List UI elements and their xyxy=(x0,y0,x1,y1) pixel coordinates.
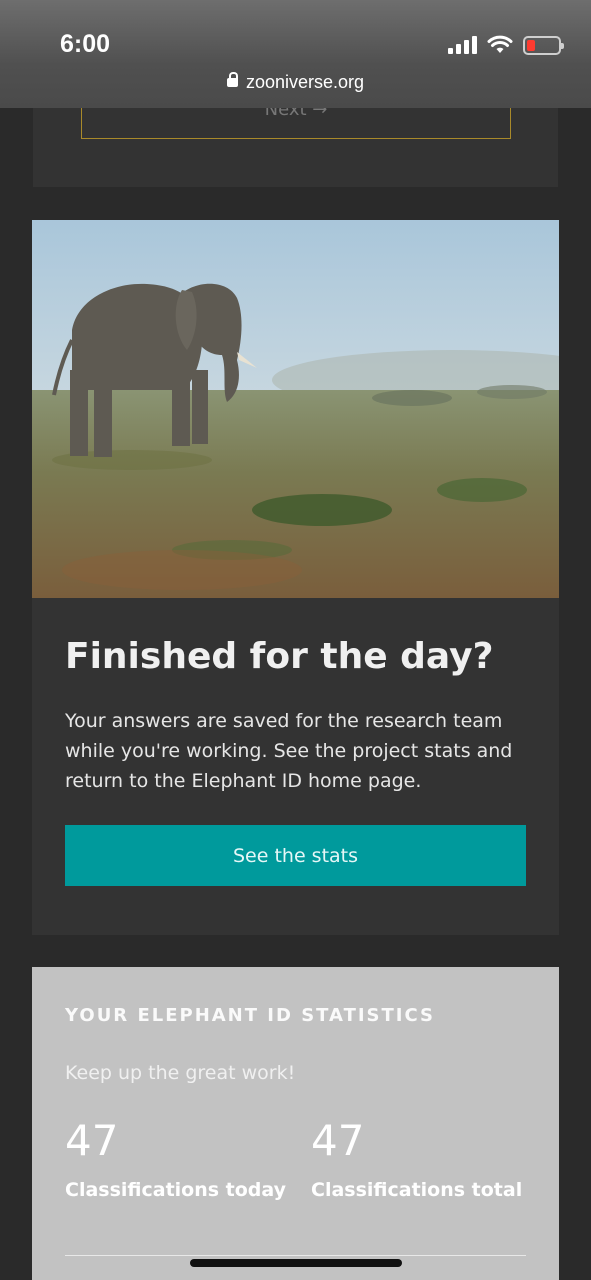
cellular-signal-icon xyxy=(448,36,477,54)
see-stats-button[interactable]: See the stats xyxy=(65,825,526,886)
elephant-photo xyxy=(32,220,559,598)
stat-today-label: Classifications today xyxy=(65,1179,287,1201)
stat-total-value: 47 xyxy=(311,1116,365,1165)
status-bar: 6:00 zooniverse.org xyxy=(0,0,591,108)
home-indicator[interactable] xyxy=(190,1259,402,1267)
clock: 6:00 xyxy=(60,30,111,58)
url-text: zooniverse.org xyxy=(245,72,365,92)
statistics-subtitle: Keep up the great work! xyxy=(65,1062,296,1084)
stat-total: 47 Classifications total xyxy=(311,1117,541,1205)
statistics-heading: YOUR ELEPHANT ID STATISTICS xyxy=(65,1005,436,1026)
wifi-icon xyxy=(487,35,513,53)
stat-total-label: Classifications total xyxy=(311,1179,523,1201)
system-icons xyxy=(448,35,564,55)
stat-today-value: 47 xyxy=(65,1116,119,1165)
finished-card: Finished for the day? Your answers are s… xyxy=(32,220,559,935)
statistics-card: YOUR ELEPHANT ID STATISTICS Keep up the … xyxy=(32,967,559,1280)
battery-icon xyxy=(523,35,564,55)
address-bar[interactable]: zooniverse.org xyxy=(0,72,591,93)
finish-title: Finished for the day? xyxy=(65,636,494,677)
finish-description: Your answers are saved for the research … xyxy=(65,710,513,792)
stat-today: 47 Classifications today xyxy=(65,1117,295,1205)
lock-icon xyxy=(226,72,238,87)
page: 6:00 zooniverse.org Next → Finished for … xyxy=(0,0,591,1280)
divider xyxy=(65,1255,526,1256)
